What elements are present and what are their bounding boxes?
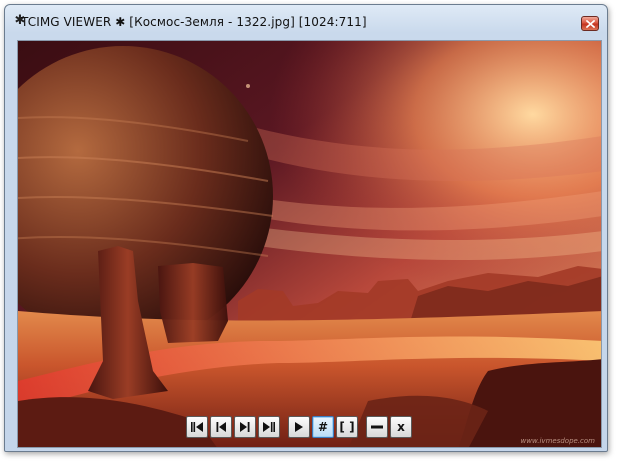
- grid-button[interactable]: #: [312, 416, 334, 438]
- slideshow-button[interactable]: [288, 416, 310, 438]
- play-icon: [295, 422, 303, 432]
- space-landscape-image: [18, 41, 601, 447]
- last-image-button[interactable]: [258, 416, 280, 438]
- fit-button[interactable]: [ ]: [336, 416, 358, 438]
- navigation-toolbar: # [ ] x: [186, 414, 414, 440]
- first-icon: [191, 422, 203, 432]
- last-icon: [263, 422, 275, 432]
- close-viewer-button[interactable]: x: [390, 416, 412, 438]
- previous-icon: [216, 422, 226, 432]
- window-title: TCIMG VIEWER ✱ [Космос-Земля - 1322.jpg]…: [21, 15, 367, 29]
- previous-image-button[interactable]: [210, 416, 232, 438]
- first-image-button[interactable]: [186, 416, 208, 438]
- next-image-button[interactable]: [234, 416, 256, 438]
- viewer-window: ✱ TCIMG VIEWER ✱ [Космос-Земля - 1322.jp…: [4, 4, 608, 452]
- next-icon: [240, 422, 250, 432]
- minimize-icon: [371, 425, 383, 429]
- title-bar[interactable]: ✱ TCIMG VIEWER ✱ [Космос-Земля - 1322.jp…: [5, 5, 607, 37]
- close-icon: [586, 20, 595, 28]
- image-watermark: www.ivmesdope.com: [520, 437, 595, 445]
- window-close-button[interactable]: [581, 16, 599, 31]
- minimize-button[interactable]: [366, 416, 388, 438]
- image-viewport[interactable]: # [ ] x www.ivmesdope.com: [17, 40, 602, 448]
